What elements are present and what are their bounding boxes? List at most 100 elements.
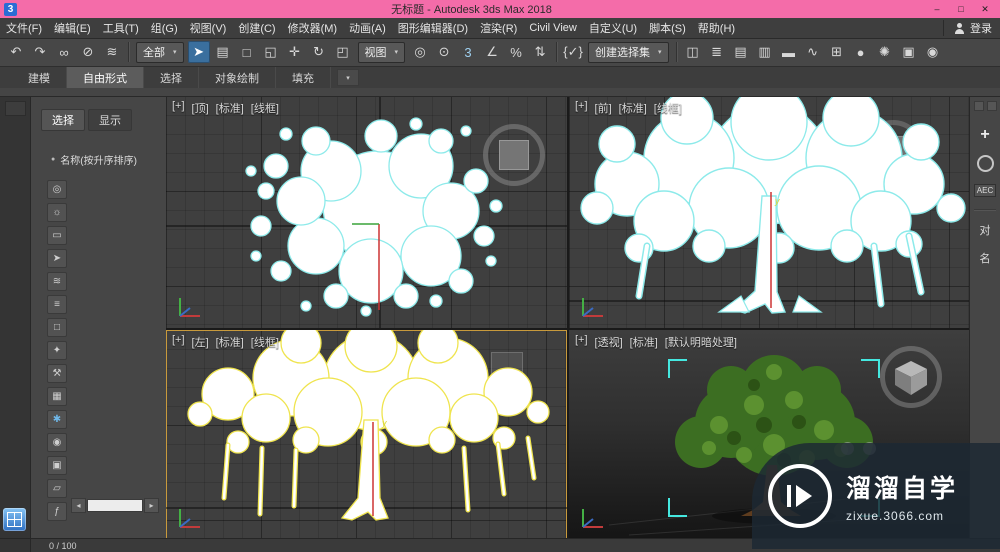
redo-button[interactable]: ↷ — [29, 41, 51, 63]
viewport-top[interactable]: [+] [顶] [标准] [线框] — [166, 96, 567, 328]
pin-icon[interactable]: ◎ — [47, 180, 67, 199]
undo-button[interactable]: ↶ — [5, 41, 27, 63]
select-and-scale-button[interactable]: ◰ — [332, 41, 354, 63]
viewport-front[interactable]: [+] [前] [标准] [线框] y — [569, 96, 970, 328]
select-and-link-button[interactable]: ∞ — [53, 41, 75, 63]
menu-graph-editors[interactable]: 图形编辑器(D) — [392, 18, 474, 38]
selection-filter-select[interactable]: 全部 ▾ — [136, 41, 184, 63]
menu-modifiers[interactable]: 修改器(M) — [282, 18, 344, 38]
viewport-standard-menu[interactable]: [标准] — [630, 334, 658, 350]
viewport-layout-button[interactable] — [3, 508, 26, 531]
menu-animation[interactable]: 动画(A) — [343, 18, 392, 38]
menu-edit[interactable]: 编辑(E) — [48, 18, 97, 38]
freeze-icon[interactable]: ƒ — [47, 502, 67, 521]
menu-civil-view[interactable]: Civil View — [523, 18, 582, 38]
bind-to-space-warp-button[interactable]: ≋ — [101, 41, 123, 63]
menu-file[interactable]: 文件(F) — [0, 18, 48, 38]
select-and-move-button[interactable]: ✛ — [284, 41, 306, 63]
snaps-toggle-button[interactable]: 3 — [457, 41, 479, 63]
scroll-left-button[interactable]: ◂ — [71, 498, 86, 513]
region-icon[interactable]: □ — [47, 318, 67, 337]
menu-rendering[interactable]: 渲染(R) — [474, 18, 523, 38]
aec-category-label[interactable]: AEC — [973, 184, 997, 197]
schematic-view-button[interactable]: ⊞ — [826, 41, 848, 63]
geometry-icon[interactable]: ▣ — [47, 456, 67, 475]
viewport-general-menu[interactable]: [+] — [172, 100, 185, 116]
minimize-button[interactable]: – — [926, 2, 948, 16]
modify-tab-icon[interactable] — [986, 101, 997, 111]
cursor-icon[interactable]: ➤ — [47, 249, 67, 268]
tab-object-paint[interactable]: 对象绘制 — [199, 67, 276, 88]
named-selection-set-select[interactable]: 创建选择集 ▾ — [588, 41, 669, 63]
ribbon-toggle-button[interactable]: ▬ — [778, 41, 800, 63]
rendered-frame-button[interactable]: ▣ — [898, 41, 920, 63]
viewport-pov-menu[interactable]: [左] — [192, 334, 209, 350]
create-tab-icon[interactable] — [973, 101, 984, 111]
viewport-general-menu[interactable]: [+] — [575, 100, 588, 116]
menu-scripting[interactable]: 脚本(S) — [643, 18, 692, 38]
viewport-general-menu[interactable]: [+] — [172, 334, 185, 350]
login-button[interactable]: 登录 — [943, 20, 992, 36]
viewport-general-menu[interactable]: [+] — [575, 334, 588, 350]
percent-snap-button[interactable]: % — [505, 41, 527, 63]
align-button[interactable]: ≣ — [706, 41, 728, 63]
menu-group[interactable]: 组(G) — [145, 18, 184, 38]
tree-object-left-view[interactable] — [166, 330, 567, 539]
create-plus-icon[interactable]: + — [980, 127, 989, 143]
tab-display[interactable]: 显示 — [88, 109, 132, 131]
lamp-icon[interactable]: ✦ — [47, 341, 67, 360]
edit-named-selection-sets-button[interactable]: {✓} — [562, 41, 584, 63]
layer-explorer-button[interactable]: ▥ — [754, 41, 776, 63]
render-setup-button[interactable]: ✺ — [874, 41, 896, 63]
menu-create[interactable]: 创建(C) — [232, 18, 281, 38]
menu-tools[interactable]: 工具(T) — [97, 18, 145, 38]
spinner-snap-button[interactable]: ⇅ — [529, 41, 551, 63]
tab-modeling[interactable]: 建模 — [12, 67, 67, 88]
use-pivot-point-button[interactable]: ◎ — [409, 41, 431, 63]
unlink-selection-button[interactable]: ⊘ — [77, 41, 99, 63]
eye-icon[interactable]: ◉ — [47, 433, 67, 452]
snowflake-icon[interactable]: ✱ — [47, 410, 67, 429]
mirror-button[interactable]: ◫ — [682, 41, 704, 63]
select-object-button[interactable]: ➤ — [187, 41, 210, 63]
shape-icon[interactable]: ▱ — [47, 479, 67, 498]
rollout-name-color[interactable]: 名 — [980, 250, 991, 266]
material-editor-button[interactable]: ● — [850, 41, 872, 63]
select-and-rotate-button[interactable]: ↻ — [308, 41, 330, 63]
window-crossing-button[interactable]: ◱ — [260, 41, 282, 63]
scene-explorer-button[interactable]: ▤ — [730, 41, 752, 63]
viewport-shading-menu[interactable]: [默认明暗处理] — [665, 334, 737, 350]
layers-icon[interactable]: ≡ — [47, 295, 67, 314]
close-button[interactable]: ✕ — [974, 2, 996, 16]
tree-object-top-view[interactable] — [166, 96, 567, 328]
render-button[interactable]: ◉ — [922, 41, 944, 63]
sort-label[interactable]: 名称(按升序排序) — [60, 152, 137, 167]
tab-selection[interactable]: 选择 — [144, 67, 199, 88]
tab-populate[interactable]: 填充 — [276, 67, 331, 88]
menu-help[interactable]: 帮助(H) — [692, 18, 741, 38]
viewport-standard-menu[interactable]: [标准] — [216, 334, 244, 350]
rollout-object-type[interactable]: 对 — [980, 222, 991, 238]
ribbon-minimize-button[interactable]: ▾ — [337, 69, 359, 86]
viewport-shading-menu[interactable]: [线框] — [251, 100, 279, 116]
viewport-standard-menu[interactable]: [标准] — [216, 100, 244, 116]
rectangular-selection-button[interactable]: □ — [236, 41, 258, 63]
tree-object-front-view[interactable] — [569, 96, 970, 328]
wrench-icon[interactable]: ⚒ — [47, 364, 67, 383]
viewport-shading-menu[interactable]: [线框] — [654, 100, 682, 116]
viewport-pov-menu[interactable]: [前] — [595, 100, 612, 116]
menu-customize[interactable]: 自定义(U) — [583, 18, 643, 38]
viewport-pov-menu[interactable]: [透视] — [595, 334, 623, 350]
viewport-pov-menu[interactable]: [顶] — [192, 100, 209, 116]
wave-icon[interactable]: ≋ — [47, 272, 67, 291]
tab-freeform[interactable]: 自由形式 — [67, 67, 144, 88]
scrollbar-track[interactable] — [87, 499, 143, 512]
bulb-icon[interactable]: ☼ — [47, 203, 67, 222]
menu-views[interactable]: 视图(V) — [184, 18, 233, 38]
reference-coordinate-select[interactable]: 视图 ▾ — [357, 41, 406, 63]
geometry-category-icon[interactable] — [976, 155, 994, 172]
use-selection-center-button[interactable]: ⊙ — [433, 41, 455, 63]
grid-icon[interactable]: ▦ — [47, 387, 67, 406]
scroll-right-button[interactable]: ▸ — [144, 498, 159, 513]
monitor-icon[interactable]: ▭ — [47, 226, 67, 245]
